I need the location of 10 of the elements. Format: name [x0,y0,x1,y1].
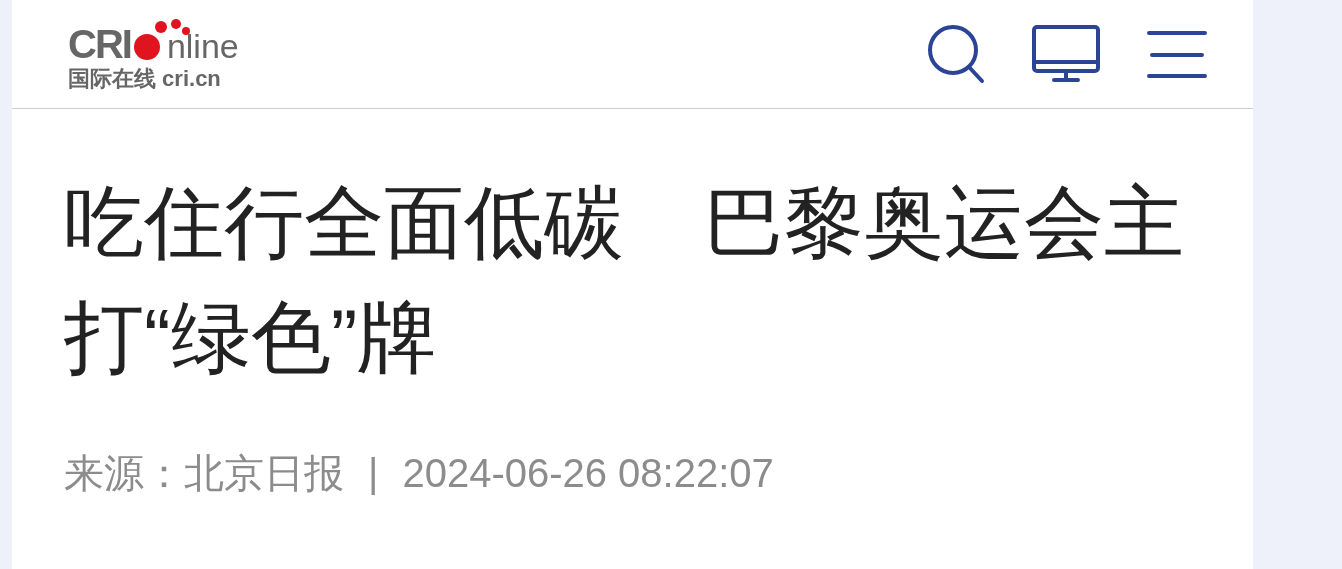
separator: | [368,453,379,493]
publish-time: 2024-06-26 08:22:07 [402,453,774,493]
logo-text: CRI [68,24,131,64]
menu-icon[interactable] [1147,29,1207,79]
logo-text: nline [166,29,239,63]
monitor-icon[interactable] [1031,24,1101,84]
logo-tagline: 国际在线 cri.cn [68,68,222,90]
article-source: 来源：北京日报 [64,453,344,493]
search-icon[interactable] [927,24,985,84]
article-title: 吃住行全面低碳 巴黎奥运会主打“绿色”牌 [64,177,1185,384]
